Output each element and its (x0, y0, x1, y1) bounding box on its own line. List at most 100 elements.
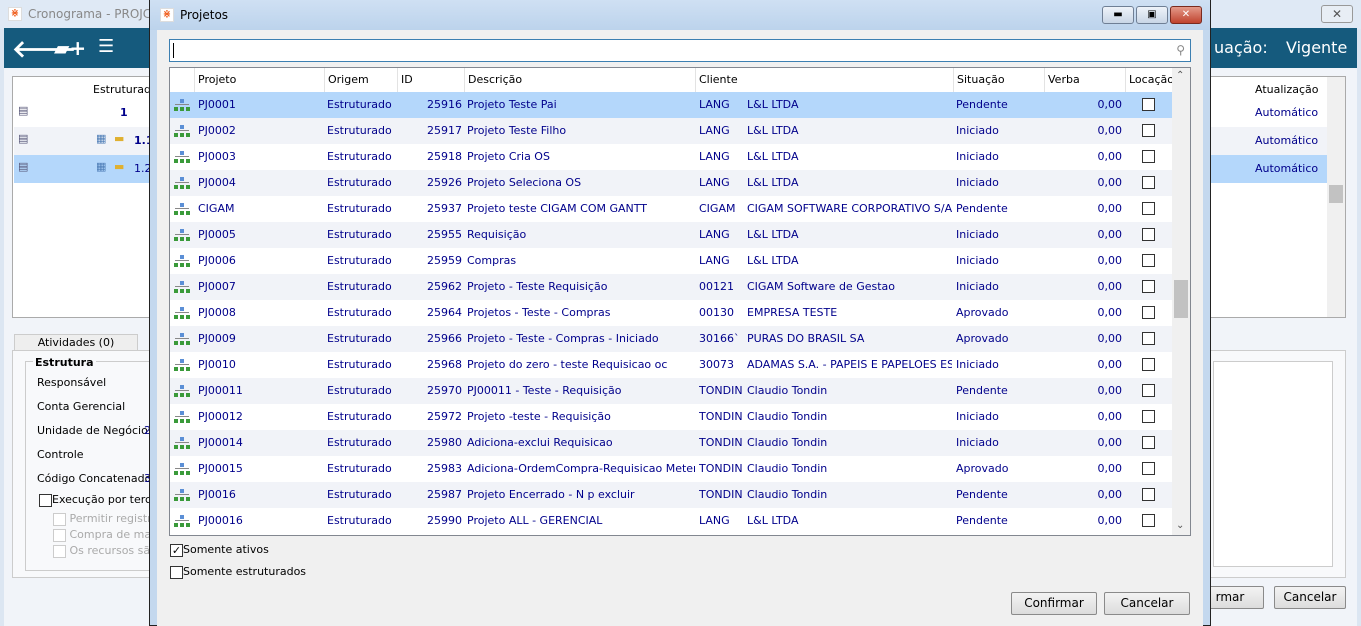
cell-id: 25926 (427, 176, 462, 189)
cell-descricao: PJ00011 - Teste - Requisição (467, 384, 622, 397)
structure-tree-icon (174, 151, 190, 163)
bg-scrollbar[interactable] (1327, 77, 1345, 317)
locacao-checkbox[interactable] (1142, 280, 1155, 293)
locacao-checkbox[interactable] (1142, 358, 1155, 371)
locacao-checkbox[interactable] (1142, 462, 1155, 475)
scroll-up-icon[interactable]: ⌃ (1176, 70, 1184, 81)
indent-icon[interactable]: ☰ (98, 36, 114, 57)
locacao-checkbox[interactable] (1142, 202, 1155, 215)
search-icon[interactable]: ⚲ (1176, 43, 1185, 57)
cell-projeto: PJ0002 (198, 124, 236, 137)
locacao-checkbox[interactable] (1142, 98, 1155, 111)
minimize-button[interactable]: ▬ (1102, 6, 1134, 24)
somente-ativos-label: Somente ativos (183, 543, 269, 556)
locacao-checkbox[interactable] (1142, 436, 1155, 449)
col-header-id[interactable]: ID (398, 68, 465, 92)
table-row[interactable]: PJ00012 Estruturado 25972 Projeto -teste - … (170, 404, 1173, 430)
cell-cliente-codigo: 30073 (699, 358, 734, 371)
cell-origem: Estruturado (327, 436, 392, 449)
table-row[interactable]: PJ0008 Estruturado 25964 Projetos - Teste -… (170, 300, 1173, 326)
new-folder-icon[interactable]: ▰+ (54, 36, 86, 60)
cell-verba: 0,00 (1097, 98, 1123, 111)
checkbox-box[interactable] (170, 565, 183, 579)
col-header-projeto[interactable]: Projeto (195, 68, 325, 92)
locacao-checkbox[interactable] (1142, 306, 1155, 319)
dialog-title-bar[interactable]: ⋇ Projetos ▬ ▣ ✕ (150, 0, 1210, 30)
table-row[interactable]: PJ0005 Estruturado 25955 Requisição LANG L&L … (170, 222, 1173, 248)
cell-id: 25918 (427, 150, 462, 163)
locacao-checkbox[interactable] (1142, 176, 1155, 189)
locacao-checkbox[interactable] (1142, 124, 1155, 137)
cell-origem: Estruturado (327, 280, 392, 293)
col-header-cliente[interactable]: Cliente (696, 68, 954, 92)
col-header-situacao[interactable]: Situação (954, 68, 1045, 92)
table-row[interactable]: PJ0003 Estruturado 25918 Projeto Cria OS LAN… (170, 144, 1173, 170)
close-button[interactable]: ✕ (1170, 6, 1202, 24)
cell-id: 25968 (427, 358, 462, 371)
locacao-checkbox[interactable] (1142, 410, 1155, 423)
somente-ativos-checkbox[interactable]: ✓ Somente ativos (170, 543, 269, 557)
locacao-checkbox[interactable] (1142, 150, 1155, 163)
table-row[interactable]: PJ0006 Estruturado 25959 Compras LANG L&L LTD… (170, 248, 1173, 274)
cell-cliente-nome: L&L LTDA (747, 98, 799, 111)
structure-tree-icon (174, 359, 190, 371)
locacao-checkbox[interactable] (1142, 254, 1155, 267)
cell-verba: 0,00 (1097, 488, 1123, 501)
cell-cliente-nome: L&L LTDA (747, 150, 799, 163)
table-row[interactable]: PJ00014 Estruturado 25980 Adiciona-exclui R… (170, 430, 1173, 456)
table-row[interactable]: PJ00016 Estruturado 25990 Projeto ALL - GER… (170, 508, 1173, 534)
cell-situacao: Iniciado (956, 436, 999, 449)
locacao-checkbox[interactable] (1142, 228, 1155, 241)
cancelar-button[interactable]: Cancelar (1104, 592, 1190, 615)
structure-tree-icon (174, 281, 190, 293)
table-row[interactable]: PJ0007 Estruturado 25962 Projeto - Teste Re… (170, 274, 1173, 300)
table-row[interactable]: PJ0009 Estruturado 25966 Projeto - Teste - … (170, 326, 1173, 352)
maximize-button[interactable]: ▣ (1136, 6, 1168, 24)
add-task-icon[interactable]: ▤ (18, 132, 28, 145)
structure-tree-icon (174, 203, 190, 215)
table-row[interactable]: PJ00011 Estruturado 25970 PJ00011 - Teste -… (170, 378, 1173, 404)
cell-origem: Estruturado (327, 514, 392, 527)
col-header-verba[interactable]: Verba (1045, 68, 1126, 92)
somente-estruturados-checkbox[interactable]: Somente estruturados (170, 565, 306, 579)
col-header-descricao[interactable]: Descrição (465, 68, 696, 92)
cell-origem: Estruturado (327, 124, 392, 137)
grid-scrollbar[interactable]: ⌃ ⌄ (1172, 68, 1190, 535)
col-header-icon (170, 68, 195, 92)
cell-cliente-codigo: LANG (699, 514, 730, 527)
cell-cliente-nome: Claudio Tondin (747, 384, 828, 397)
table-row[interactable]: PJ0016 Estruturado 25987 Projeto Encerrado … (170, 482, 1173, 508)
cell-verba: 0,00 (1097, 150, 1123, 163)
add-task-icon[interactable]: ▤ (18, 104, 28, 117)
cell-verba: 0,00 (1097, 462, 1123, 475)
table-row[interactable]: PJ0002 Estruturado 25917 Projeto Teste Filh… (170, 118, 1173, 144)
search-input[interactable]: ⚲ (169, 39, 1191, 62)
scroll-thumb[interactable] (1174, 280, 1188, 318)
confirmar-button[interactable]: Confirmar (1011, 592, 1097, 615)
checkbox-box[interactable]: ✓ (170, 543, 183, 557)
cell-descricao: Projeto Teste Filho (467, 124, 567, 137)
locacao-checkbox[interactable] (1142, 332, 1155, 345)
table-row[interactable]: PJ00015 Estruturado 25983 Adiciona-OrdemCom… (170, 456, 1173, 482)
structure-tree-icon (174, 463, 190, 475)
locacao-checkbox[interactable] (1142, 514, 1155, 527)
cell-id: 25964 (427, 306, 462, 319)
bg-close-button[interactable]: ✕ (1321, 5, 1353, 23)
table-row[interactable]: CIGAM Estruturado 25937 Projeto teste CIGAM… (170, 196, 1173, 222)
col-header-origem[interactable]: Origem (325, 68, 398, 92)
cell-descricao: Projeto teste CIGAM COM GANTT (467, 202, 648, 215)
cell-projeto: PJ0006 (198, 254, 236, 267)
cell-cliente-codigo: LANG (699, 228, 730, 241)
cell-verba: 0,00 (1097, 384, 1123, 397)
bg-cancel-button[interactable]: Cancelar (1274, 586, 1346, 609)
add-task-icon[interactable]: ▤ (18, 160, 28, 173)
locacao-checkbox[interactable] (1142, 384, 1155, 397)
table-row[interactable]: PJ0010 Estruturado 25968 Projeto do zero - … (170, 352, 1173, 378)
table-row[interactable]: PJ0004 Estruturado 25926 Projeto Seleciona … (170, 170, 1173, 196)
cell-situacao: Pendente (956, 488, 1008, 501)
cell-verba: 0,00 (1097, 254, 1123, 267)
locacao-checkbox[interactable] (1142, 488, 1155, 501)
table-row[interactable]: PJ0001 Estruturado 25916 Projeto Teste Pai L… (170, 92, 1173, 118)
col-header-locacao[interactable]: Locação (1126, 68, 1174, 92)
scroll-down-icon[interactable]: ⌄ (1176, 520, 1184, 531)
